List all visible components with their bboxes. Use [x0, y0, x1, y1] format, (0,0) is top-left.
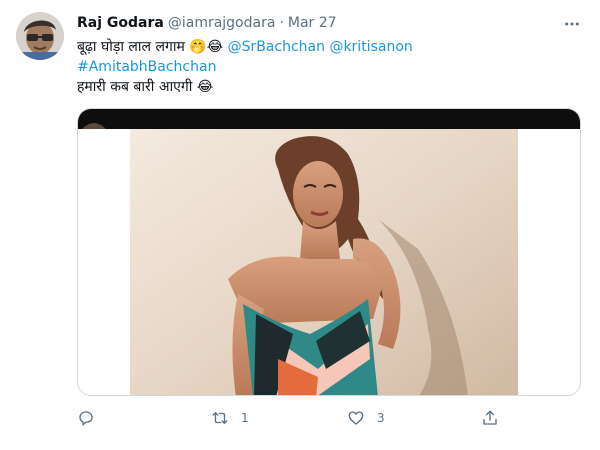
avatar-image	[16, 12, 64, 60]
separator-dot: ·	[279, 15, 284, 31]
tweet-text: बूढ़ा घोड़ा लाल लगाम 🤭😂 @SrBachchan @kri…	[77, 37, 577, 97]
tweet-header: Raj Godara @iamrajgodara · Mar 27	[77, 13, 560, 33]
more-horizontal-icon	[565, 22, 579, 26]
author-handle[interactable]: @iamrajgodara	[168, 15, 276, 31]
tweet-media-image[interactable]	[77, 108, 581, 396]
tweet-text-hindi-question: हमारी कब बारी आएगी	[77, 79, 193, 95]
share-icon	[483, 410, 497, 425]
reply-icon	[79, 411, 93, 426]
tweet-text-line-1: बूढ़ा घोड़ा लाल लगाम 🤭😂 @SrBachchan @kri…	[77, 37, 577, 57]
tweet[interactable]: Raj Godara @iamrajgodara · Mar 27 बूढ़ा …	[0, 0, 600, 450]
tweet-actions: 1 3	[77, 404, 517, 432]
share-button[interactable]	[481, 404, 499, 432]
emoji-face-hand-over-mouth: 🤭	[189, 39, 207, 55]
tweet-text-line-2: #AmitabhBachchan	[77, 57, 577, 77]
emoji-laughing: 😂	[206, 39, 224, 55]
tweet-text-hindi: बूढ़ा घोड़ा लाल लगाम	[77, 39, 185, 55]
tweet-text-line-3: हमारी कब बारी आएगी 😂	[77, 77, 577, 97]
photo	[78, 109, 580, 395]
like-button[interactable]: 3	[347, 404, 385, 432]
like-count: 3	[377, 411, 385, 425]
retweet-button[interactable]: 1	[211, 404, 249, 432]
reply-button[interactable]	[77, 404, 95, 432]
tweet-date[interactable]: Mar 27	[288, 15, 337, 31]
retweet-count: 1	[241, 411, 249, 425]
retweet-icon	[212, 412, 228, 424]
avatar[interactable]	[16, 12, 64, 60]
hashtag-link[interactable]: #AmitabhBachchan	[77, 59, 216, 75]
mention-link[interactable]: @kritisanon	[329, 39, 412, 55]
heart-icon	[348, 411, 364, 425]
emoji-laughing: 😂	[196, 79, 214, 95]
mention-link[interactable]: @SrBachchan	[228, 39, 325, 55]
more-options-button[interactable]	[562, 14, 582, 34]
author-name[interactable]: Raj Godara	[77, 15, 164, 31]
